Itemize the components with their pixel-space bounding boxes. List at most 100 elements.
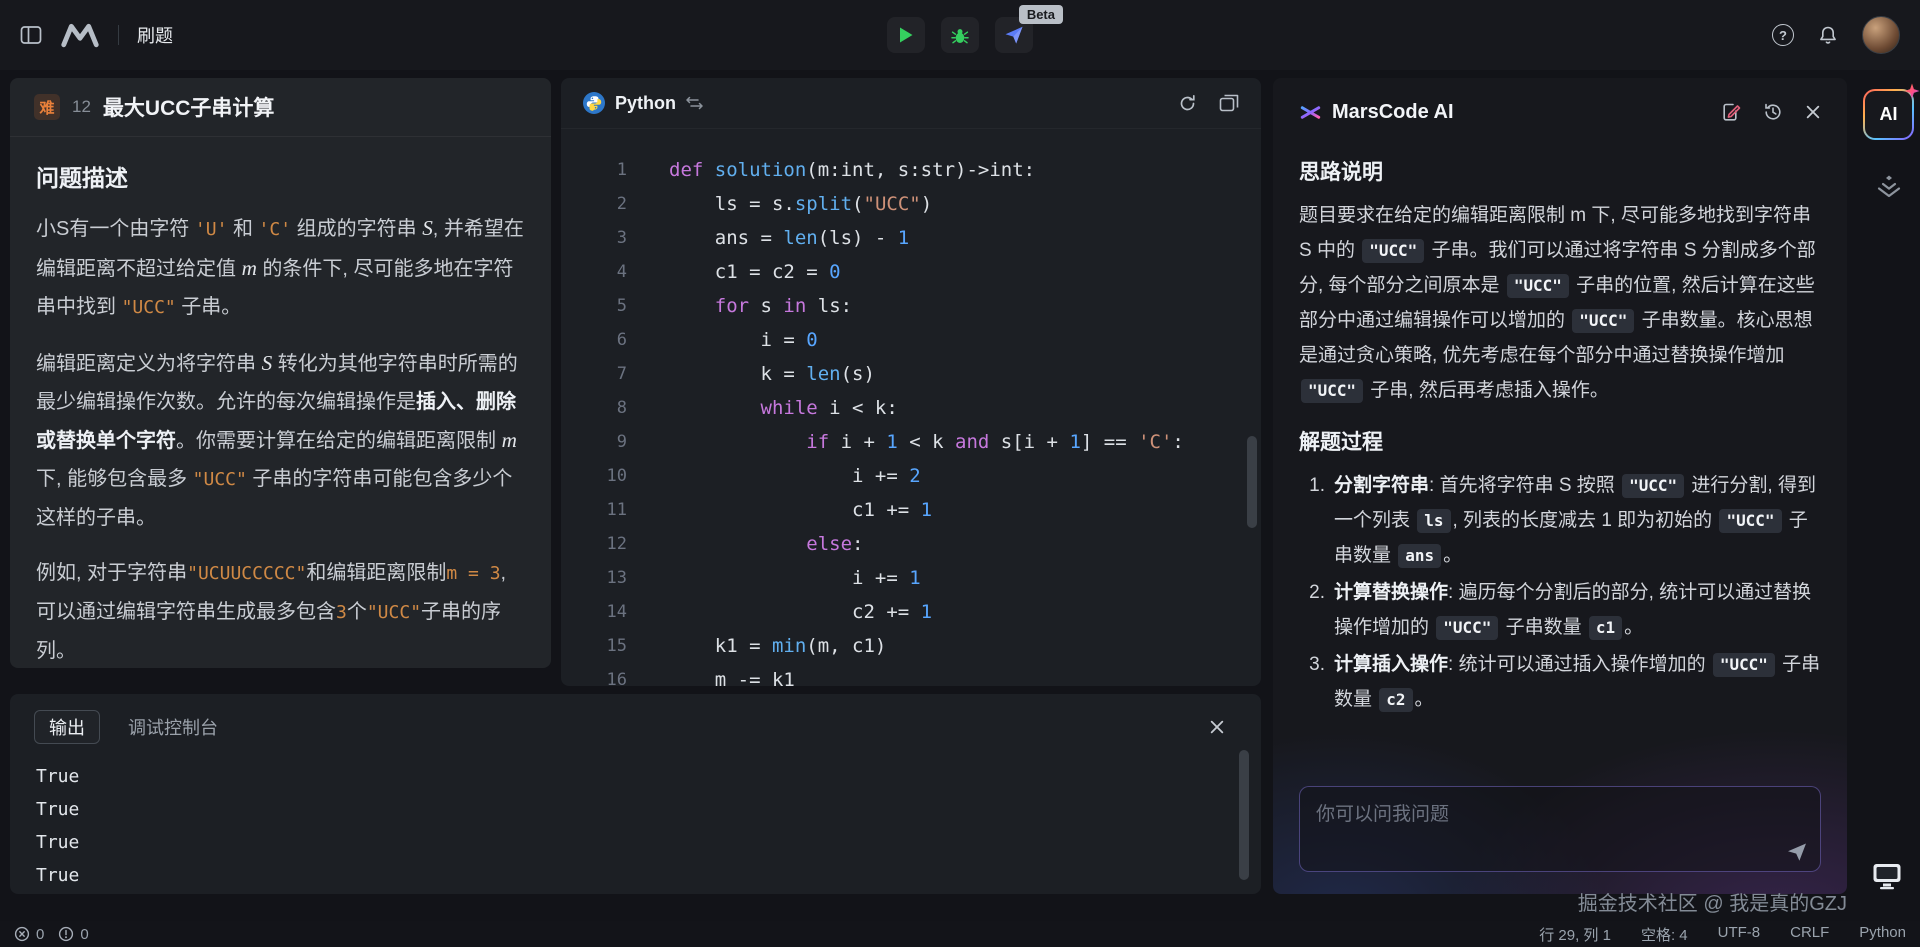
text-segment: 1 bbox=[921, 499, 932, 521]
text-segment: s[i + bbox=[989, 431, 1069, 453]
ai-assistant-button[interactable]: AI bbox=[1863, 89, 1914, 140]
line-number: 4 bbox=[561, 255, 627, 289]
editor-scrollbar-thumb[interactable] bbox=[1247, 436, 1257, 528]
text-segment: ls: bbox=[806, 295, 852, 317]
feedback-edit-icon[interactable] bbox=[1721, 102, 1741, 122]
line-number: 11 bbox=[561, 493, 627, 527]
debug-button[interactable] bbox=[941, 17, 979, 53]
code-line[interactable]: 4 c1 = c2 = 0 bbox=[561, 255, 1261, 289]
text-segment: 1 bbox=[921, 601, 932, 623]
text-segment: 。 bbox=[1443, 545, 1462, 566]
text-segment: "UCC" bbox=[1719, 509, 1781, 533]
help-icon[interactable]: ? bbox=[1772, 24, 1794, 46]
juejin-extension-icon[interactable] bbox=[1876, 174, 1902, 198]
code-line[interactable]: 5 for s in ls: bbox=[561, 289, 1261, 323]
statusbar-item[interactable]: CRLF bbox=[1790, 924, 1829, 945]
text-segment: 1 bbox=[898, 227, 909, 249]
step-number: 2. bbox=[1299, 575, 1325, 645]
text-segment: (m:int, s:str)->int: bbox=[806, 159, 1035, 181]
text-segment: 和 bbox=[227, 218, 258, 240]
close-ai-panel-icon[interactable] bbox=[1805, 104, 1821, 120]
user-avatar[interactable] bbox=[1862, 16, 1900, 54]
code-line[interactable]: 11 c1 += 1 bbox=[561, 493, 1261, 527]
warnings-count: 0 bbox=[80, 926, 88, 943]
code-line[interactable]: 13 i += 1 bbox=[561, 561, 1261, 595]
line-number: 9 bbox=[561, 425, 627, 459]
line-number: 13 bbox=[561, 561, 627, 595]
code-line[interactable]: 6 i = 0 bbox=[561, 323, 1261, 357]
text-segment: ls = s. bbox=[669, 193, 795, 215]
text-segment bbox=[669, 295, 715, 317]
text-segment: 个 bbox=[347, 601, 367, 623]
code-line[interactable]: 3 ans = len(ls) - 1 bbox=[561, 221, 1261, 255]
code-text: if i + 1 < k and s[i + 1] == 'C': bbox=[669, 425, 1184, 459]
close-output-icon[interactable] bbox=[1209, 719, 1237, 735]
line-number: 10 bbox=[561, 459, 627, 493]
text-segment bbox=[703, 159, 714, 181]
line-number: 3 bbox=[561, 221, 627, 255]
line-number: 8 bbox=[561, 391, 627, 425]
text-segment: : bbox=[1172, 431, 1183, 453]
code-line[interactable]: 1def solution(m:int, s:str)->int: bbox=[561, 153, 1261, 187]
language-label[interactable]: Python bbox=[615, 93, 676, 114]
text-segment: split bbox=[795, 193, 852, 215]
code-line[interactable]: 8 while i < k: bbox=[561, 391, 1261, 425]
text-segment: 编辑距离定义为将字符串 bbox=[36, 353, 262, 375]
restore-layout-icon[interactable] bbox=[1219, 94, 1239, 112]
text-segment: ( bbox=[852, 193, 863, 215]
refresh-code-icon[interactable] bbox=[1178, 94, 1197, 113]
run-button[interactable] bbox=[887, 17, 925, 53]
errors-icon bbox=[14, 926, 30, 942]
history-icon[interactable] bbox=[1763, 102, 1783, 122]
text-segment: "UCC" bbox=[193, 469, 247, 490]
tab-output[interactable]: 输出 bbox=[34, 710, 100, 744]
code-line[interactable]: 10 i += 2 bbox=[561, 459, 1261, 493]
output-line: True bbox=[36, 760, 1235, 793]
text-segment: 1 bbox=[1069, 431, 1080, 453]
text-segment bbox=[669, 431, 806, 453]
notifications-bell-icon[interactable] bbox=[1818, 25, 1838, 46]
problem-body: 问题描述 小S有一个由字符 'U' 和 'C' 组成的字符串 S, 并希望在编辑… bbox=[10, 137, 551, 668]
language-switch-icon[interactable] bbox=[686, 96, 703, 110]
statusbar-item[interactable]: 空格: 4 bbox=[1641, 924, 1688, 945]
output-header: 输出 调试控制台 bbox=[10, 694, 1261, 744]
code-lines: 1def solution(m:int, s:str)->int:2 ls = … bbox=[561, 153, 1261, 686]
ai-question-input[interactable] bbox=[1300, 787, 1820, 871]
code-line[interactable]: 7 k = len(s) bbox=[561, 357, 1261, 391]
statusbar-item[interactable]: Python bbox=[1859, 924, 1906, 945]
text-segment: 3 bbox=[336, 602, 347, 623]
code-line[interactable]: 9 if i + 1 < k and s[i + 1] == 'C': bbox=[561, 425, 1261, 459]
text-segment: c2 += bbox=[669, 601, 921, 623]
text-segment: 0 bbox=[806, 329, 817, 351]
text-segment: and bbox=[955, 431, 989, 453]
text-segment: len bbox=[806, 363, 840, 385]
code-line[interactable]: 15 k1 = min(m, c1) bbox=[561, 629, 1261, 663]
text-segment: c1 bbox=[1589, 616, 1622, 640]
text-segment: 计算插入操作 bbox=[1334, 654, 1448, 675]
tab-debug-console[interactable]: 调试控制台 bbox=[128, 714, 218, 740]
screen-share-icon[interactable] bbox=[1872, 862, 1902, 890]
code-line[interactable]: 16 m -= k1 bbox=[561, 663, 1261, 686]
text-segment: 1 bbox=[909, 567, 920, 589]
text-segment: "UCC" bbox=[367, 602, 421, 623]
code-text: k1 = min(m, c1) bbox=[669, 629, 886, 663]
output-scrollbar-thumb[interactable] bbox=[1239, 750, 1249, 880]
code-line[interactable]: 14 c2 += 1 bbox=[561, 595, 1261, 629]
send-message-icon[interactable] bbox=[1786, 841, 1808, 863]
submit-button[interactable]: Beta bbox=[995, 17, 1033, 53]
text-segment: "UCC" bbox=[1572, 309, 1634, 333]
text-segment: 计算替换操作 bbox=[1334, 582, 1448, 603]
line-number: 6 bbox=[561, 323, 627, 357]
statusbar-item[interactable]: UTF-8 bbox=[1718, 924, 1761, 945]
code-line[interactable]: 12 else: bbox=[561, 527, 1261, 561]
code-line[interactable]: 2 ls = s.split("UCC") bbox=[561, 187, 1261, 221]
panel-toggle-icon[interactable] bbox=[20, 25, 42, 45]
text-segment: 子串, 然后再考虑插入操作。 bbox=[1365, 380, 1609, 401]
text-segment: 子串。 bbox=[176, 296, 242, 318]
statusbar-item[interactable]: 行 29, 列 1 bbox=[1539, 924, 1611, 945]
topbar: 刷题 Beta ? bbox=[0, 0, 1920, 70]
text-segment: 0 bbox=[829, 261, 840, 283]
problems-indicator[interactable]: 0 0 bbox=[14, 926, 97, 943]
code-area[interactable]: 1def solution(m:int, s:str)->int:2 ls = … bbox=[561, 129, 1261, 686]
text-segment: c2 bbox=[1379, 688, 1412, 712]
